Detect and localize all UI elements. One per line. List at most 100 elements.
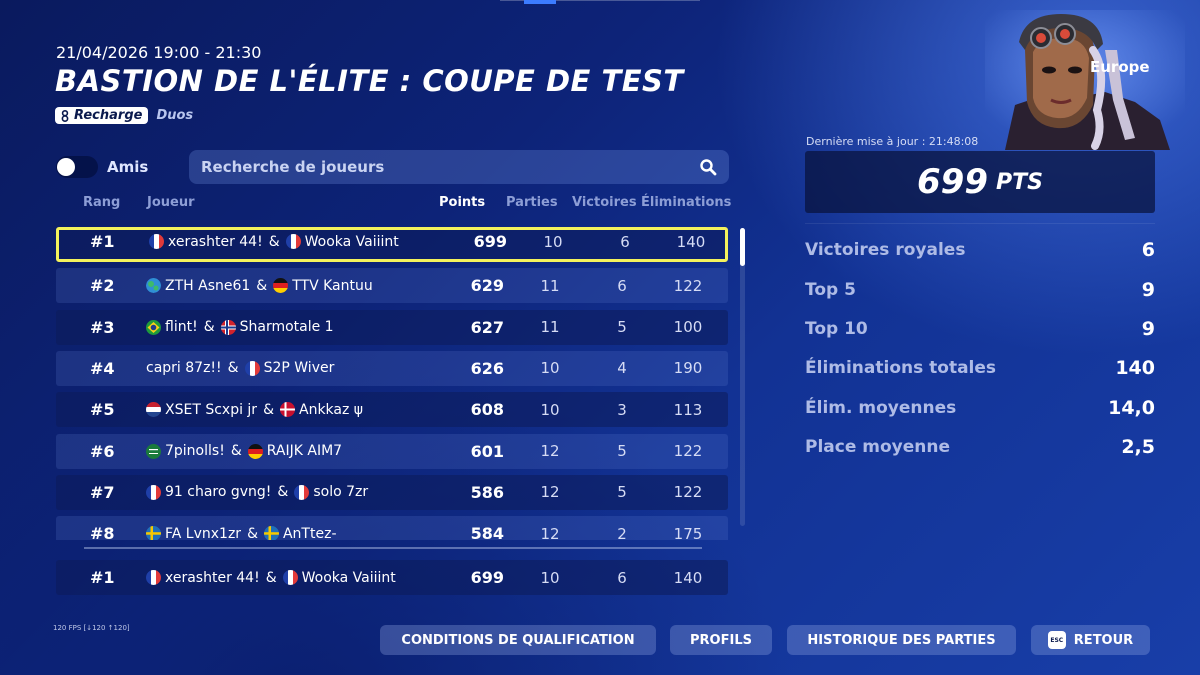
row-players: 7pinolls! & RAIJK AIM7 — [146, 434, 342, 469]
leaderboard-row[interactable]: #1 xerashter 44! & Wooka Vaiiint 699 10 6 140 — [56, 227, 728, 262]
flag-icon — [146, 402, 161, 418]
row-eliminations: 140 — [673, 568, 703, 587]
back-button[interactable]: ESC RETOUR — [1031, 625, 1150, 655]
stat-value: 14,0 — [1108, 397, 1155, 419]
player-name[interactable]: capri 87z!! — [146, 360, 222, 376]
row-games: 10 — [540, 568, 560, 587]
flag-icon — [146, 443, 161, 459]
player-separator: & — [265, 569, 277, 586]
column-header-points[interactable]: Points — [439, 195, 485, 210]
row-eliminations: 175 — [673, 524, 703, 540]
search-input[interactable] — [201, 158, 699, 176]
panel-divider — [805, 223, 1155, 224]
event-date: 21/04/2026 19:00 - 21:30 — [56, 43, 262, 62]
row-wins: 6 — [620, 232, 630, 251]
row-rank: #6 — [90, 441, 115, 461]
row-rank: #8 — [90, 524, 115, 540]
pinned-divider — [84, 547, 702, 549]
leaderboard-row[interactable]: #7 91 charo gvng! & solo 7zr 586 12 5 122 — [56, 474, 728, 510]
qualification-conditions-label: CONDITIONS DE QUALIFICATION — [401, 632, 635, 648]
row-points: 699 — [473, 232, 507, 251]
flag-icon — [285, 234, 301, 249]
player-name[interactable]: xerashter 44! — [168, 234, 263, 250]
flag-icon — [149, 234, 164, 249]
row-players: ZTH Asne61 & TTV Kantuu — [146, 268, 373, 303]
player-name[interactable]: xerashter 44! — [165, 570, 260, 586]
last-updated: Dernière mise à jour : 21:48:08 — [806, 135, 979, 148]
friends-toggle[interactable] — [56, 156, 98, 178]
search-icon[interactable] — [699, 158, 717, 176]
leaderboard-row[interactable]: #3 flint! & Sharmotale 1 627 11 5 100 — [56, 309, 728, 345]
leaderboard-row[interactable]: #8 FA Lvnx1zr & AnTtez- 584 12 2 175 — [56, 516, 728, 540]
stat-average-eliminations: Élim. moyennes 14,0 — [805, 396, 1155, 420]
character-portrait-image — [985, 10, 1185, 150]
player-name[interactable]: Ankkaz ψ — [299, 402, 363, 418]
player-name[interactable]: Wooka Vaiiint — [305, 234, 399, 250]
mode-badge: Recharge — [55, 107, 149, 124]
player-name[interactable]: flint! — [165, 319, 198, 335]
leaderboard-row[interactable]: #1 xerashter 44! & Wooka Vaiiint 699 10 6 140 — [56, 560, 728, 595]
player-search[interactable] — [189, 150, 729, 184]
flag-icon — [146, 319, 161, 335]
player-separator: & — [256, 277, 268, 294]
row-players: capri 87z!! & S2P Wiver — [146, 351, 334, 386]
player-name[interactable]: TTV Kantuu — [292, 278, 373, 294]
row-games: 12 — [540, 442, 560, 460]
profiles-button[interactable]: PROFILS — [670, 625, 772, 655]
leaderboard-row[interactable]: #4 capri 87z!! & S2P Wiver 626 10 4 190 — [56, 350, 728, 386]
player-name[interactable]: ZTH Asne61 — [165, 278, 250, 294]
player-name[interactable]: FA Lvnx1zr — [165, 526, 241, 540]
column-header-games[interactable]: Parties — [506, 195, 558, 210]
player-name[interactable]: XSET Scxpi jr — [165, 402, 257, 418]
row-points: 584 — [470, 524, 504, 540]
pinned-own-row[interactable]: #1 xerashter 44! & Wooka Vaiiint 699 10 6 140 — [56, 560, 728, 595]
row-wins: 6 — [617, 276, 627, 295]
flag-icon — [146, 484, 161, 500]
total-points-value: 699 — [917, 162, 988, 202]
flag-icon — [273, 278, 289, 294]
esc-key-icon: ESC — [1047, 631, 1066, 649]
stat-total-eliminations: Éliminations totales 140 — [805, 356, 1155, 380]
row-players: xerashter 44! & Wooka Vaiiint — [149, 227, 399, 256]
player-name[interactable]: AnTtez- — [283, 526, 337, 540]
row-rank: #3 — [90, 317, 115, 337]
leaderboard-row[interactable]: #5 XSET Scxpi jr & Ankkaz ψ 608 10 3 113 — [56, 392, 728, 428]
row-points: 627 — [470, 317, 504, 337]
row-wins: 4 — [617, 359, 627, 378]
row-points: 629 — [470, 276, 504, 296]
stat-value: 6 — [1141, 239, 1155, 261]
row-eliminations: 140 — [676, 232, 706, 251]
stat-top-5: Top 5 9 — [805, 278, 1155, 302]
player-separator: & — [227, 360, 239, 377]
player-name[interactable]: 7pinolls! — [165, 443, 225, 459]
column-header-player: Joueur — [147, 195, 195, 210]
stat-value: 9 — [1141, 318, 1155, 340]
player-name[interactable]: S2P Wiver — [264, 360, 335, 376]
match-history-button[interactable]: HISTORIQUE DES PARTIES — [787, 625, 1016, 655]
player-name[interactable]: Wooka Vaiiint — [302, 570, 396, 586]
player-name[interactable]: 91 charo gvng! — [165, 484, 271, 500]
friends-label: Amis — [107, 158, 149, 176]
row-eliminations: 122 — [673, 442, 703, 460]
player-name[interactable]: Sharmotale 1 — [240, 319, 334, 335]
row-games: 12 — [540, 524, 560, 540]
row-players: XSET Scxpi jr & Ankkaz ψ — [146, 392, 363, 427]
row-eliminations: 190 — [673, 359, 703, 378]
stat-label: Éliminations totales — [805, 358, 997, 378]
total-points-box: 699 PTS — [805, 151, 1155, 213]
row-wins: 5 — [617, 318, 627, 337]
row-eliminations: 122 — [673, 483, 703, 502]
player-name[interactable]: solo 7zr — [313, 484, 368, 500]
leaderboard-row[interactable]: #2 ZTH Asne61 & TTV Kantuu 629 11 6 122 — [56, 268, 728, 304]
row-players: FA Lvnx1zr & AnTtez- — [146, 516, 337, 540]
row-rank: #1 — [90, 232, 115, 251]
qualification-conditions-button[interactable]: CONDITIONS DE QUALIFICATION — [380, 625, 656, 655]
leaderboard-scrollbar[interactable] — [740, 228, 745, 526]
column-header-eliminations[interactable]: Éliminations — [641, 195, 731, 210]
column-header-wins[interactable]: Victoires — [572, 195, 637, 210]
player-name[interactable]: RAIJK AIM7 — [267, 443, 342, 459]
player-separator: & — [268, 233, 280, 250]
leaderboard-row[interactable]: #6 7pinolls! & RAIJK AIM7 601 12 5 122 — [56, 433, 728, 469]
stat-top-10: Top 10 9 — [805, 317, 1155, 341]
scrollbar-thumb[interactable] — [740, 228, 745, 266]
